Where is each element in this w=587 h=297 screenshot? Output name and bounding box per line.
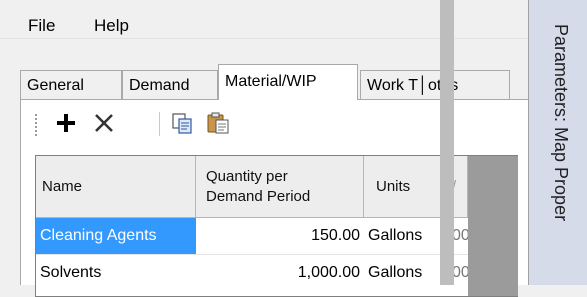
app-window: File Help General Demand Material/WIP Wo… <box>0 0 587 297</box>
cell-name[interactable]: Cleaning Agents <box>36 218 196 254</box>
tab-demand[interactable]: Demand <box>122 70 218 100</box>
column-header-name[interactable]: Name <box>36 156 196 218</box>
paste-icon[interactable] <box>203 108 233 138</box>
column-header-quantity[interactable]: Quantity per Demand Period <box>196 156 364 218</box>
tab-general[interactable]: General <box>20 70 122 100</box>
menu-help[interactable]: Help <box>94 16 129 36</box>
cell-quantity[interactable]: 1,000.00 <box>196 255 364 291</box>
tab-work-totes[interactable]: Work T│otes <box>360 70 510 100</box>
cell-units[interactable]: Gallons <box>364 255 448 291</box>
cell-units[interactable]: Gallons <box>364 218 448 254</box>
toolbar-grip[interactable] <box>35 114 37 138</box>
column-header-units[interactable]: Units <box>364 156 448 218</box>
x-icon[interactable] <box>89 108 119 138</box>
dock-title: Parameters: Map Proper <box>551 24 571 222</box>
cell-name[interactable]: Solvents <box>36 255 196 291</box>
cell-quantity[interactable]: 150.00 <box>196 218 364 254</box>
tab-material-wip[interactable]: Material/WIP <box>218 64 358 100</box>
menu-file[interactable]: File <box>28 16 55 36</box>
toolbar-separator <box>159 112 160 136</box>
splitter-handle[interactable] <box>440 0 454 285</box>
grid-empty-area <box>468 156 518 296</box>
parameters-dock-tab[interactable]: Parameters: Map Proper <box>528 0 587 285</box>
copy-icon[interactable] <box>167 108 197 138</box>
plus-icon[interactable] <box>51 108 81 138</box>
